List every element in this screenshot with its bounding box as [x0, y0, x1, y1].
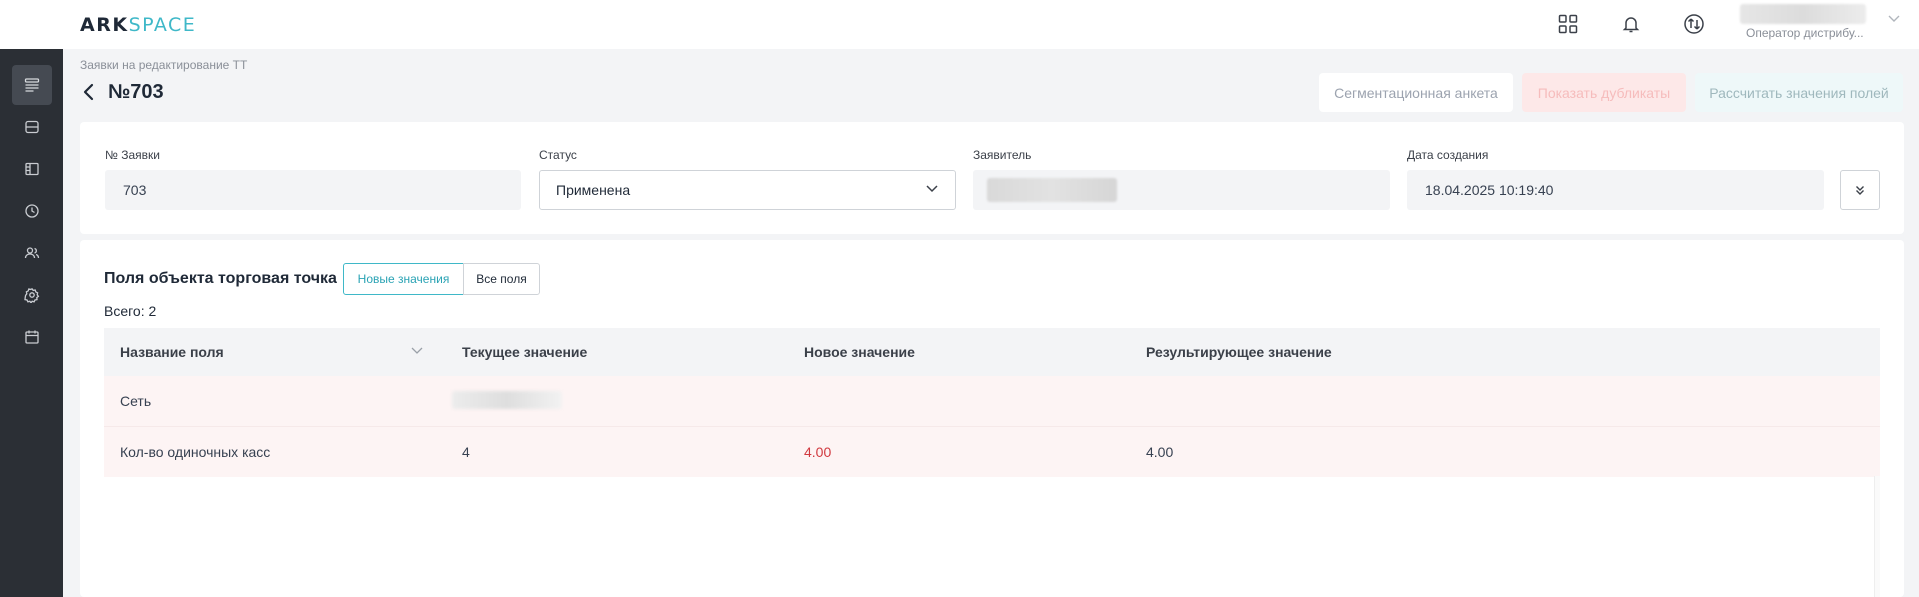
- logo-text-ark: ARK: [80, 14, 129, 36]
- calendar-icon: [25, 330, 39, 344]
- page-title: №703: [108, 81, 164, 103]
- user-name-redacted: [1740, 4, 1866, 24]
- top-bar: ARKSPACE Оператор дистрибу...: [0, 0, 1919, 49]
- total-count: Всего: 2: [104, 303, 157, 319]
- cell-field-name: Сеть: [120, 393, 152, 409]
- segmentation-survey-button[interactable]: Сегментационная анкета: [1319, 73, 1513, 112]
- request-no-label: № Заявки: [105, 148, 160, 162]
- cell-result-value: 4.00: [1146, 444, 1174, 460]
- bell-icon[interactable]: [1619, 12, 1643, 36]
- sidebar-item-database[interactable]: [12, 107, 52, 147]
- back-arrow-icon[interactable]: [82, 82, 96, 102]
- table-row[interactable]: Кол-во одиночных касс 4 4.00 4.00: [104, 427, 1880, 477]
- sync-icon[interactable]: [1682, 12, 1706, 36]
- app-logo[interactable]: ARKSPACE: [80, 14, 196, 36]
- user-role: Оператор дистрибу...: [1746, 26, 1864, 40]
- chevron-down-icon: [926, 185, 938, 193]
- sidebar-item-requests[interactable]: [12, 65, 52, 105]
- cell-current-value-redacted: [452, 391, 562, 409]
- breadcrumb[interactable]: Заявки на редактирование ТТ: [80, 58, 247, 72]
- request-no-field: 703: [105, 170, 521, 210]
- request-info-card: № Заявки 703 Статус Применена Заявитель …: [80, 122, 1904, 234]
- toggle-all-fields[interactable]: Все поля: [463, 263, 540, 295]
- sidebar: [0, 49, 63, 597]
- status-select[interactable]: Применена: [539, 170, 956, 210]
- table-scrollbar[interactable]: [1874, 476, 1880, 597]
- toggle-new-values[interactable]: Новые значения: [343, 263, 464, 295]
- database-icon: [25, 120, 39, 134]
- clock-icon: [25, 204, 39, 218]
- column-header-result-value: Результирующее значение: [1146, 344, 1332, 360]
- sidebar-item-calendar[interactable]: [12, 317, 52, 357]
- logo-text-space: SPACE: [128, 14, 197, 36]
- double-chevron-down-icon: [1856, 186, 1864, 195]
- requests-icon: [24, 78, 40, 92]
- layout-icon: [25, 162, 39, 176]
- applicant-label: Заявитель: [973, 148, 1032, 162]
- grid-icon[interactable]: [1556, 12, 1580, 36]
- sidebar-item-layout[interactable]: [12, 149, 52, 189]
- calculate-fields-button[interactable]: Рассчитать значения полей: [1695, 73, 1903, 112]
- fields-card: Поля объекта торговая точка Новые значен…: [80, 240, 1904, 597]
- sidebar-item-settings[interactable]: [12, 275, 52, 315]
- status-label: Статус: [539, 148, 577, 162]
- user-menu[interactable]: Оператор дистрибу...: [1738, 3, 1908, 45]
- column-header-current-value: Текущее значение: [462, 344, 588, 360]
- applicant-field: [973, 170, 1390, 210]
- status-value: Применена: [556, 182, 631, 198]
- created-date-label: Дата создания: [1407, 148, 1489, 162]
- settings-icon: [24, 287, 40, 303]
- cell-field-name: Кол-во одиночных касс: [120, 444, 271, 460]
- section-title: Поля объекта торговая точка: [104, 270, 337, 287]
- applicant-redacted: [987, 178, 1117, 202]
- created-date-field: 18.04.2025 10:19:40: [1407, 170, 1824, 210]
- sidebar-item-users[interactable]: [12, 233, 52, 273]
- cell-new-value: 4.00: [804, 444, 832, 460]
- chevron-down-icon[interactable]: [410, 346, 424, 356]
- show-duplicates-button[interactable]: Показать дубликаты: [1522, 73, 1686, 112]
- cell-current-value: 4: [462, 444, 470, 460]
- sidebar-item-history[interactable]: [12, 191, 52, 231]
- users-icon: [24, 247, 40, 259]
- column-header-new-value: Новое значение: [804, 344, 915, 360]
- table-header: Название поля Текущее значение Новое зна…: [104, 328, 1880, 376]
- chevron-down-icon: [1888, 15, 1900, 22]
- expand-button[interactable]: [1840, 170, 1880, 210]
- table-row[interactable]: Сеть: [104, 376, 1880, 426]
- column-header-field-name[interactable]: Название поля: [120, 344, 224, 360]
